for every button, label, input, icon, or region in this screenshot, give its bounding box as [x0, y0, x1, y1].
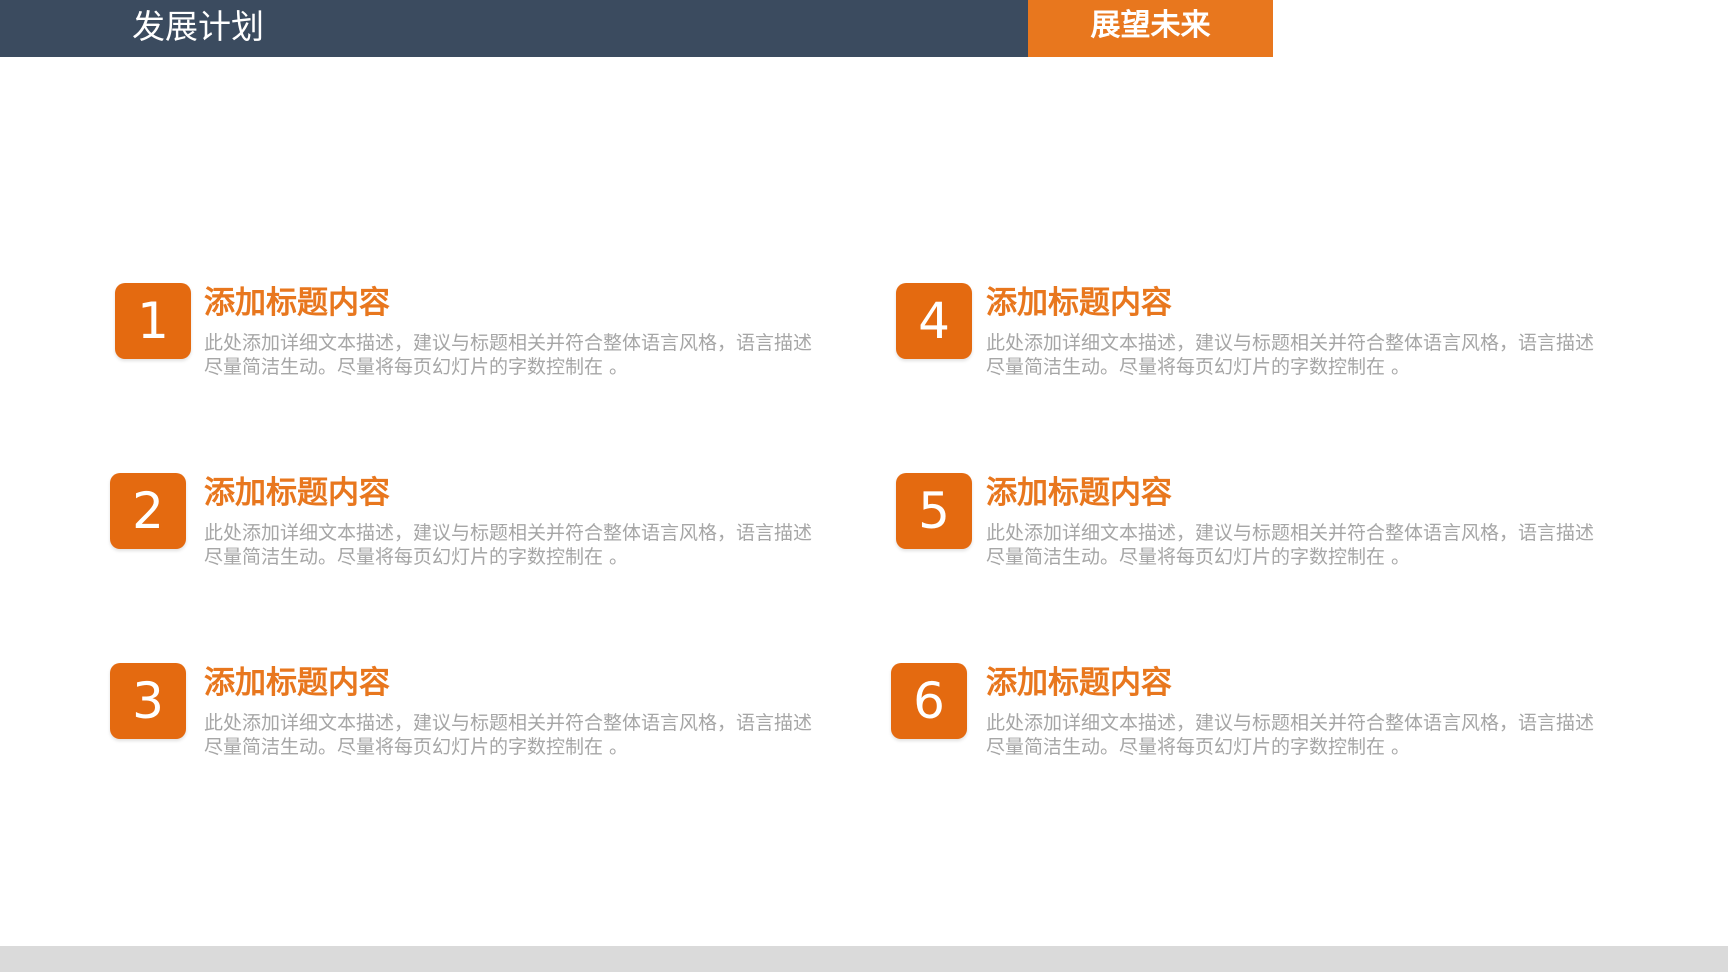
number-badge: 4: [896, 283, 972, 359]
list-item: 5 添加标题内容 此处添加详细文本描述，建议与标题相关并符合整体语言风格，语言描…: [896, 473, 1616, 583]
item-description: 此处添加详细文本描述，建议与标题相关并符合整体语言风格，语言描述尽量简洁生动。尽…: [204, 522, 813, 568]
item-title: 添加标题内容: [986, 665, 1172, 701]
footer-strip: [0, 946, 1728, 972]
number-badge: 5: [896, 473, 972, 549]
number-badge: 3: [110, 663, 186, 739]
item-description: 此处添加详细文本描述，建议与标题相关并符合整体语言风格，语言描述尽量简洁生动。尽…: [986, 332, 1595, 378]
item-title: 添加标题内容: [204, 285, 390, 321]
header-bar: 发展计划: [0, 0, 1028, 57]
list-item: 3 添加标题内容 此处添加详细文本描述，建议与标题相关并符合整体语言风格，语言描…: [110, 663, 830, 773]
slide: 发展计划 展望未来 1 添加标题内容 此处添加详细文本描述，建议与标题相关并符合…: [0, 0, 1728, 972]
item-title: 添加标题内容: [986, 475, 1172, 511]
section-tab: 展望未来: [1028, 0, 1273, 57]
number-badge: 6: [891, 663, 967, 739]
item-description: 此处添加详细文本描述，建议与标题相关并符合整体语言风格，语言描述尽量简洁生动。尽…: [204, 712, 813, 758]
item-title: 添加标题内容: [986, 285, 1172, 321]
item-description: 此处添加详细文本描述，建议与标题相关并符合整体语言风格，语言描述尽量简洁生动。尽…: [986, 712, 1595, 758]
page-title: 发展计划: [132, 7, 264, 46]
item-description: 此处添加详细文本描述，建议与标题相关并符合整体语言风格，语言描述尽量简洁生动。尽…: [986, 522, 1595, 568]
list-item: 4 添加标题内容 此处添加详细文本描述，建议与标题相关并符合整体语言风格，语言描…: [896, 283, 1616, 393]
item-description: 此处添加详细文本描述，建议与标题相关并符合整体语言风格，语言描述尽量简洁生动。尽…: [204, 332, 813, 378]
item-title: 添加标题内容: [204, 665, 390, 701]
number-badge: 1: [115, 283, 191, 359]
number-badge: 2: [110, 473, 186, 549]
section-tab-label: 展望未来: [1090, 8, 1211, 43]
list-item: 6 添加标题内容 此处添加详细文本描述，建议与标题相关并符合整体语言风格，语言描…: [891, 663, 1611, 773]
item-title: 添加标题内容: [204, 475, 390, 511]
list-item: 2 添加标题内容 此处添加详细文本描述，建议与标题相关并符合整体语言风格，语言描…: [110, 473, 830, 583]
list-item: 1 添加标题内容 此处添加详细文本描述，建议与标题相关并符合整体语言风格，语言描…: [114, 283, 834, 393]
